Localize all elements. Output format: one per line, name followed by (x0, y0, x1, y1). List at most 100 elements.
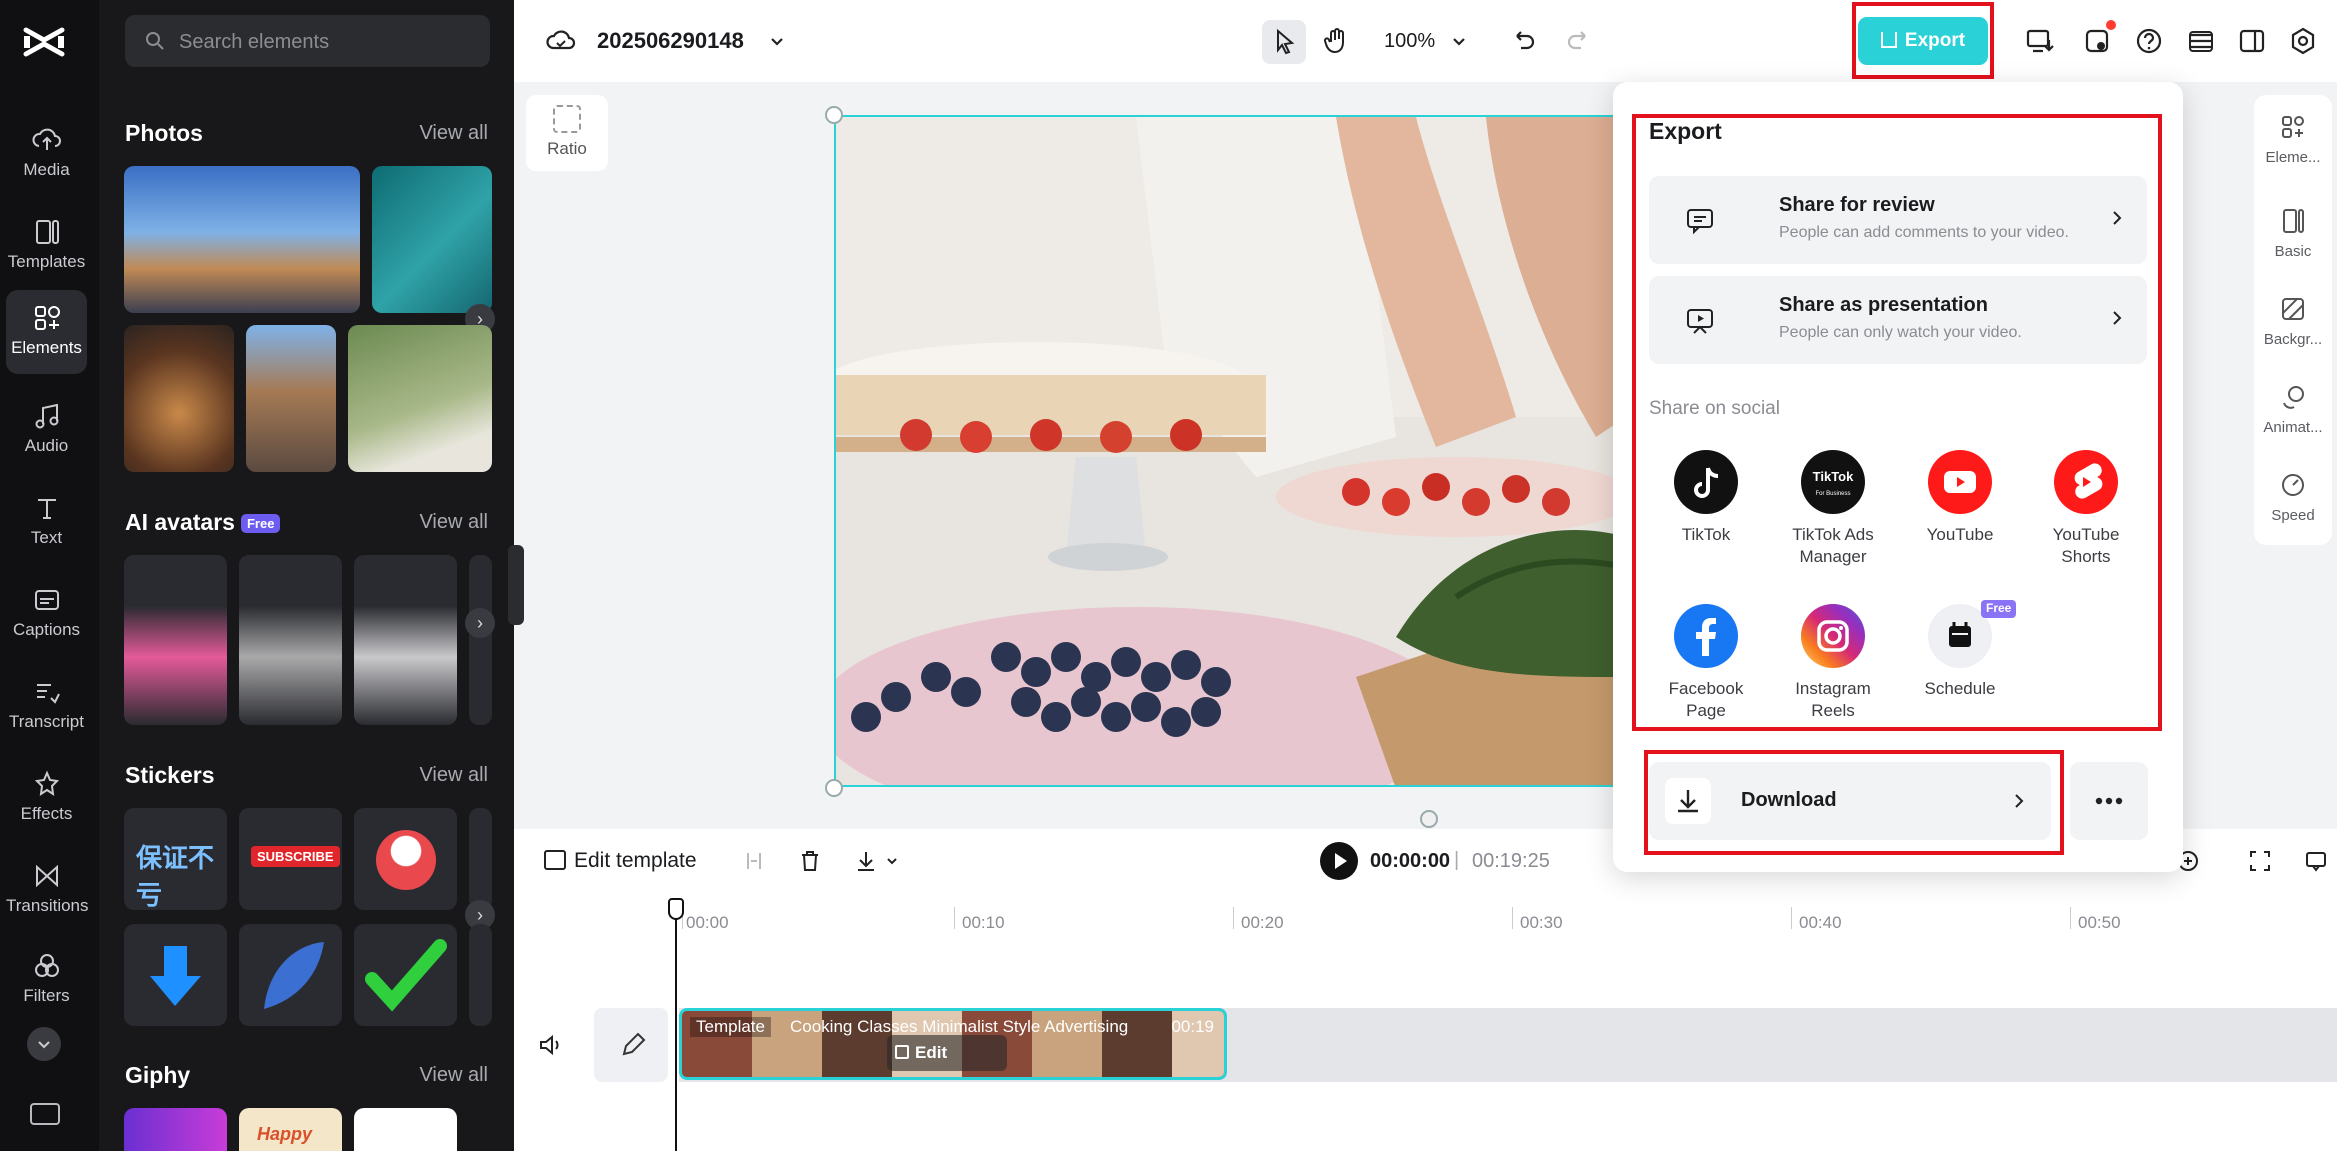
undo-icon[interactable] (1506, 24, 1540, 58)
settings-icon[interactable] (2286, 24, 2320, 58)
rr-item-speed[interactable]: Speed (2254, 471, 2332, 524)
rail-expand-button[interactable] (27, 1027, 61, 1061)
download-icon[interactable] (854, 849, 878, 873)
ruler-label: 00:50 (2078, 913, 2121, 932)
left-rail: Media Templates Elements Audio Text Capt… (0, 0, 99, 1151)
avatar-thumbnail[interactable] (354, 555, 457, 725)
photo-white-dog[interactable] (348, 325, 492, 472)
rail-item-templates[interactable]: Templates (6, 204, 87, 288)
clip-edit-label: Edit template (915, 1043, 948, 1062)
view-all-avatars-link[interactable]: View all (419, 511, 488, 534)
track-edit-button[interactable] (594, 1008, 668, 1082)
free-badge: Free (240, 514, 281, 534)
sticker-subscribe[interactable]: SUBSCRIBE (239, 808, 342, 910)
sticker-text: SUBSCRIBE (251, 846, 340, 867)
ruler-tick (954, 907, 955, 929)
sticker-arrow-down[interactable] (124, 924, 227, 1026)
sticker-chinese-text[interactable]: 保证不亏 (124, 808, 227, 910)
rail-item-filters[interactable]: Filters (6, 938, 87, 1022)
ruler-tick (1791, 907, 1792, 929)
project-name[interactable]: 202506290148 (597, 28, 744, 54)
ruler-label: 00:00 (686, 913, 729, 932)
rail-label: Elements (11, 338, 82, 357)
clip-title: Cooking Classes Minimalist Style Adverti… (790, 1017, 1129, 1036)
sticker-thumbnail[interactable] (469, 808, 492, 910)
rail-item-effects[interactable]: Effects (6, 756, 87, 840)
rail-item-transcript[interactable]: Transcript (6, 664, 87, 748)
monitor-download-icon[interactable] (2023, 24, 2057, 58)
avatar-thumbnail[interactable] (124, 555, 227, 725)
section-title-ai-avatars: AI avatars Free (125, 509, 281, 536)
hand-tool-icon[interactable] (1320, 24, 1354, 58)
timeline-area: 00:00 00:10 00:20 00:30 00:40 00:50 Temp… (514, 893, 2337, 1151)
rr-item-animation[interactable]: Animat... (2254, 383, 2332, 436)
ruler-tick (1512, 907, 1513, 929)
rotate-handle[interactable] (1420, 810, 1438, 828)
sticker-leaf[interactable] (239, 924, 342, 1026)
giphy-thumbnail[interactable] (124, 1108, 227, 1151)
rr-item-background[interactable]: Backgr... (2254, 295, 2332, 348)
avatars-scroll-right-button[interactable]: › (465, 608, 495, 638)
split-icon[interactable] (742, 849, 766, 873)
music-note-icon (35, 403, 58, 429)
rr-item-basic[interactable]: Basic (2254, 207, 2332, 260)
sticker-cupcake[interactable] (354, 808, 457, 910)
giphy-thumbnail[interactable] (354, 1108, 457, 1151)
time-separator: | (1454, 849, 1460, 871)
rail-item-audio[interactable]: Audio (6, 388, 87, 472)
playhead[interactable] (675, 898, 677, 1151)
select-tool-button[interactable] (1262, 20, 1306, 64)
delete-icon[interactable] (798, 849, 822, 873)
fullscreen-icon[interactable] (2248, 849, 2272, 873)
search-input[interactable]: Search elements (125, 15, 490, 67)
resize-handle-bottom-left[interactable] (825, 779, 843, 797)
more-options-button[interactable] (2070, 762, 2148, 840)
avatar-thumbnail[interactable] (239, 555, 342, 725)
right-properties-rail: Eleme... Basic Backgr... Animat... Speed (2254, 95, 2332, 545)
volume-icon[interactable] (536, 1031, 564, 1059)
chevron-down-icon[interactable] (1442, 24, 1476, 58)
redo-icon[interactable] (1562, 24, 1596, 58)
more-dots-icon (2095, 797, 2123, 805)
photo-street[interactable] (246, 325, 336, 472)
avatar-thumbnail[interactable] (469, 555, 492, 725)
rr-label: Animat... (2263, 419, 2323, 436)
chevron-down-icon[interactable] (760, 24, 794, 58)
elements-settings-icon (2282, 116, 2304, 138)
panel-collapse-handle[interactable] (508, 545, 524, 625)
photo-ocean-boat[interactable] (372, 166, 492, 313)
rail-item-captions[interactable]: Captions (6, 572, 87, 656)
giphy-thumbnail[interactable]: Happy (239, 1108, 342, 1151)
sticker-checkmark[interactable] (354, 924, 457, 1026)
photo-food-tacos[interactable] (124, 325, 234, 472)
help-icon[interactable] (2132, 24, 2166, 58)
playhead-handle[interactable] (668, 898, 684, 920)
play-button[interactable] (1320, 842, 1358, 880)
resize-handle-top-left[interactable] (825, 106, 843, 124)
rail-item-text[interactable]: Text (6, 480, 87, 564)
layers-icon[interactable] (2184, 24, 2218, 58)
rail-item-transitions[interactable]: Transitions (6, 848, 89, 932)
arrow-down-icon (150, 946, 201, 1006)
rr-item-elements[interactable]: Eleme... (2254, 113, 2332, 166)
view-all-stickers-link[interactable]: View all (419, 764, 488, 787)
keyboard-shortcuts-icon[interactable] (30, 1103, 60, 1125)
view-all-giphy-link[interactable]: View all (419, 1064, 488, 1087)
sticker-thumbnail[interactable] (469, 924, 492, 1026)
rail-item-media[interactable]: Media (6, 112, 87, 196)
rail-item-elements[interactable]: Elements (6, 290, 87, 374)
ratio-button[interactable]: Ratio (526, 95, 608, 171)
cloud-sync-icon[interactable] (544, 24, 578, 58)
zoom-level[interactable]: 100% (1384, 30, 1435, 53)
chevron-down-icon[interactable] (884, 853, 900, 869)
ruler-tick (1233, 907, 1234, 929)
video-preview[interactable] (834, 115, 1624, 787)
photo-city-skyline[interactable] (124, 166, 360, 313)
edit-template-button[interactable]: Edit template (544, 849, 697, 873)
total-time: 00:19:25 (1472, 850, 1550, 872)
comment-icon[interactable] (2304, 849, 2328, 873)
template-clip[interactable]: Template Cooking Classes Minimalist Styl… (679, 1008, 1227, 1080)
panel-layout-icon[interactable] (2235, 24, 2269, 58)
view-all-photos-link[interactable]: View all (419, 122, 488, 145)
clip-edit-template-button[interactable]: Edit template (887, 1035, 1007, 1071)
